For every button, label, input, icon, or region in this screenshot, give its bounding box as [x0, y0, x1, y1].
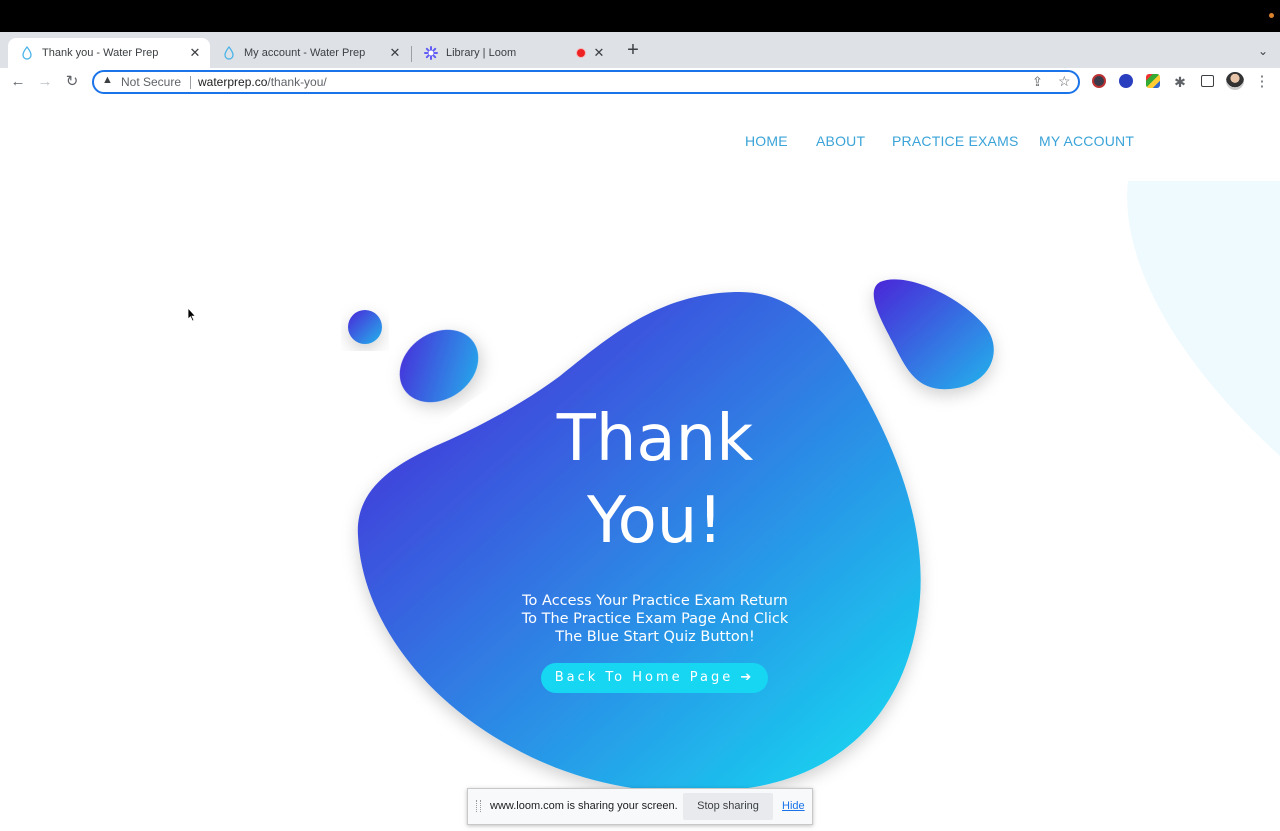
drop-bubble: [873, 279, 994, 390]
screen-share-bar: www.loom.com is sharing your screen. Sto…: [467, 788, 813, 825]
title-line: You!: [587, 484, 723, 558]
side-panel-icon[interactable]: [1201, 75, 1214, 87]
button-label: Back To Home Page: [554, 670, 734, 685]
small-bubble: [348, 310, 382, 344]
extension-icon[interactable]: [1119, 74, 1133, 88]
forward-arrow-icon[interactable]: →: [35, 72, 55, 92]
share-icon[interactable]: ⇪: [1032, 74, 1043, 90]
arrow-right-icon: ➔: [740, 670, 755, 685]
title-line: Thank: [556, 402, 754, 476]
stop-sharing-button[interactable]: Stop sharing: [683, 793, 773, 820]
close-tab-icon[interactable]: ✕: [388, 46, 402, 60]
mouse-cursor-icon: [187, 307, 197, 322]
os-top-bar: [0, 0, 1280, 32]
warning-icon: ▲: [102, 74, 113, 86]
security-label[interactable]: Not Secure: [121, 75, 181, 89]
omnibox-divider: [190, 76, 191, 89]
drag-handle-icon[interactable]: [476, 800, 481, 812]
back-to-home-button[interactable]: Back To Home Page ➔: [541, 663, 768, 693]
extension-icon[interactable]: [1146, 74, 1160, 88]
url-path: /thank-you/: [267, 75, 327, 89]
url-domain: waterprep.co: [198, 75, 268, 89]
hide-link[interactable]: Hide: [782, 800, 805, 812]
reload-icon[interactable]: ↻: [62, 72, 82, 92]
url-text[interactable]: waterprep.co/thank-you/: [198, 75, 327, 89]
browser-toolbar: ← → ↻ ▲ Not Secure waterprep.co/thank-yo…: [0, 68, 1280, 96]
message-line: To The Practice Exam Page And Click: [521, 611, 789, 627]
tab-title: My account - Water Prep: [244, 47, 366, 59]
nav-home[interactable]: HOME: [745, 133, 788, 149]
recording-icon: [576, 48, 586, 58]
extension-icon[interactable]: [1092, 74, 1106, 88]
back-arrow-icon[interactable]: ←: [8, 72, 28, 92]
tab-loom-library[interactable]: Library | Loom ✕: [412, 38, 614, 68]
instruction-text: To Access Your Practice Exam Return To T…: [490, 592, 820, 646]
extensions-puzzle-icon[interactable]: ✱: [1170, 72, 1190, 92]
nav-practice-exams[interactable]: PRACTICE EXAMS: [892, 133, 1019, 149]
address-bar[interactable]: ▲ Not Secure waterprep.co/thank-you/ ⇪ ☆: [92, 70, 1080, 94]
bookmark-star-icon[interactable]: ☆: [1058, 73, 1071, 90]
avatar[interactable]: [1226, 72, 1244, 90]
tab-title: Thank you - Water Prep: [42, 47, 159, 59]
message-line: To Access Your Practice Exam Return: [522, 593, 788, 609]
close-tab-icon[interactable]: ✕: [592, 46, 606, 60]
kebab-menu-icon[interactable]: ⋮: [1252, 72, 1272, 92]
web-page: HOME ABOUT PRACTICE EXAMS MY ACCOUNT Tha…: [0, 96, 1280, 831]
tab-search-icon[interactable]: ⌄: [1258, 44, 1268, 58]
water-drop-icon: [222, 46, 236, 60]
share-message: www.loom.com is sharing your screen.: [490, 800, 678, 812]
corner-shape: [1127, 181, 1280, 456]
close-tab-icon[interactable]: ✕: [188, 46, 202, 60]
tab-my-account[interactable]: My account - Water Prep ✕: [210, 38, 410, 68]
nav-about[interactable]: ABOUT: [816, 133, 865, 149]
page-title: Thank You!: [505, 398, 805, 562]
oval-bubble: [399, 329, 479, 403]
loom-icon: [424, 46, 438, 60]
tab-thank-you[interactable]: Thank you - Water Prep ✕: [8, 38, 210, 68]
recording-indicator: [1269, 13, 1274, 18]
water-drop-icon: [20, 46, 34, 60]
message-line: The Blue Start Quiz Button!: [555, 629, 755, 645]
new-tab-button[interactable]: +: [624, 40, 642, 60]
tab-title: Library | Loom: [446, 47, 517, 59]
nav-my-account[interactable]: MY ACCOUNT: [1039, 133, 1134, 149]
